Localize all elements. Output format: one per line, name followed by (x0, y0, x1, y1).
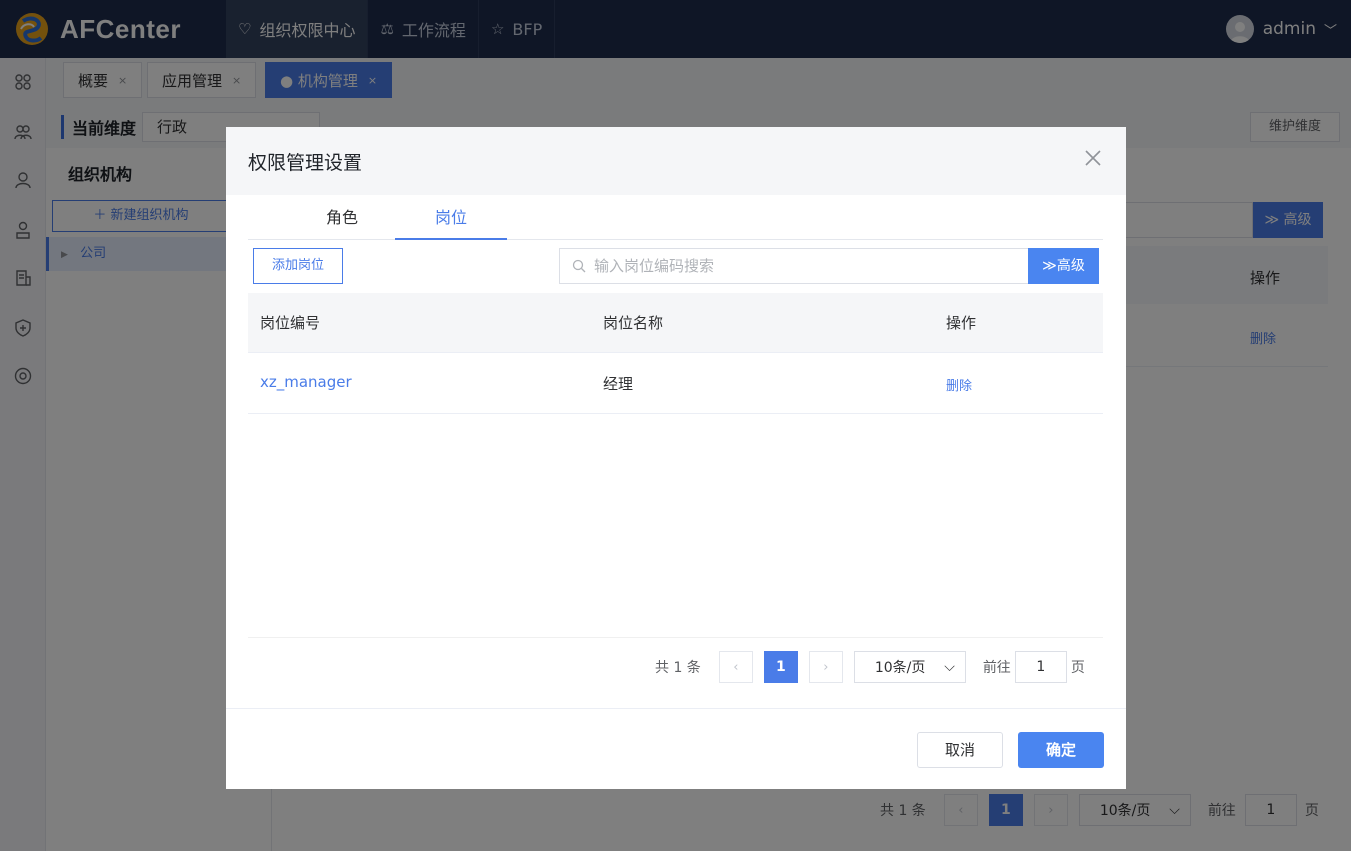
chevron-down-icon: ⌵ (944, 659, 955, 675)
search-icon (572, 259, 586, 273)
add-position-button[interactable]: 添加岗位 (253, 248, 343, 284)
close-icon[interactable] (1084, 149, 1102, 167)
advanced-label: 高级 (1056, 258, 1085, 274)
page-size-label: 10条/页 (874, 660, 926, 676)
confirm-button[interactable]: 确定 (1018, 732, 1104, 768)
dialog-header: 权限管理设置 (226, 127, 1126, 195)
dialog-title: 权限管理设置 (248, 152, 363, 174)
page-number[interactable]: 1 (763, 651, 798, 683)
divider (248, 637, 1103, 638)
advanced-search-button[interactable]: ≫高级 (1028, 248, 1099, 284)
pager-total: 共 1 条 (655, 660, 701, 676)
cancel-button[interactable]: 取消 (917, 732, 1003, 768)
delete-link[interactable]: 删除 (946, 375, 972, 394)
divider (226, 708, 1126, 709)
position-search (559, 248, 1029, 284)
table-header: 岗位编号 岗位名称 操作 (248, 293, 1103, 353)
position-search-input[interactable] (594, 257, 1014, 275)
table-row: xz_manager 经理 删除 (248, 353, 1103, 414)
dialog-tabs: 角色 岗位 (248, 195, 1103, 240)
position-code-link[interactable]: xz_manager (260, 373, 352, 391)
tab-roles[interactable]: 角色 (286, 195, 398, 240)
prev-page-icon[interactable]: ‹ (718, 651, 753, 683)
goto-page-input[interactable]: 1 (1014, 651, 1067, 683)
column-header-name: 岗位名称 (603, 314, 664, 332)
page-suffix: 页 (1070, 660, 1085, 676)
page-size-select[interactable]: 10条/页 ⌵ (853, 651, 966, 683)
tab-positions[interactable]: 岗位 (395, 195, 507, 240)
column-header-action: 操作 (946, 314, 977, 332)
dialog-pagination: 共 1 条 ‹ 1 › 10条/页 ⌵ 前往 1 页 (655, 651, 1085, 683)
permission-settings-dialog: 权限管理设置 角色 岗位 添加岗位 ≫高级 岗位编号 岗位名称 操作 xz_ma… (226, 127, 1126, 789)
goto-label: 前往 (982, 660, 1011, 676)
double-chevron-down-icon: ≫ (1042, 258, 1057, 274)
column-header-code: 岗位编号 (260, 314, 321, 332)
position-name: 经理 (603, 375, 634, 393)
next-page-icon[interactable]: › (808, 651, 843, 683)
